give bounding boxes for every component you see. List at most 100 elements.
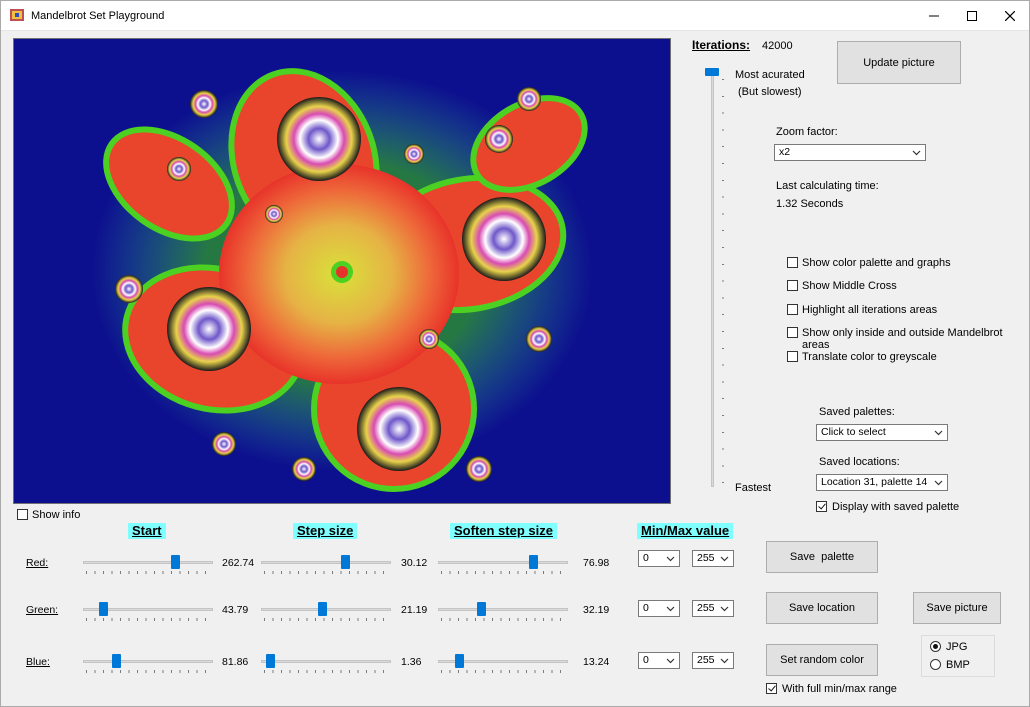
- save-location-button[interactable]: Save location: [766, 592, 878, 624]
- red-min-value: 0: [643, 552, 649, 564]
- red-max-select[interactable]: 255: [692, 550, 734, 567]
- chevron-down-icon: [720, 556, 729, 562]
- show-middle-cross-checkbox[interactable]: [787, 280, 798, 291]
- chevron-down-icon: [720, 658, 729, 664]
- random-color-button[interactable]: Set random color: [766, 644, 878, 676]
- blue-start-slider-track[interactable]: [83, 660, 213, 663]
- green-step-slider-ticks: [264, 618, 390, 621]
- red-soften-value: 76.98: [583, 557, 610, 569]
- blue-max-value: 255: [697, 654, 715, 666]
- title-bar: Mandelbrot Set Playground: [1, 1, 1029, 31]
- step-size-header: Step size: [293, 523, 358, 539]
- close-icon: [1005, 11, 1015, 21]
- red-min-select[interactable]: 0: [638, 550, 680, 567]
- chevron-down-icon: [666, 556, 675, 562]
- soften-step-header: Soften step size: [450, 523, 557, 539]
- blue-min-value: 0: [643, 654, 649, 666]
- red-soften-slider-thumb[interactable]: [528, 555, 538, 569]
- iterations-bottom-label: Fastest: [735, 482, 772, 494]
- blue-step-slider-track[interactable]: [261, 660, 391, 663]
- iterations-top-sublabel: (But slowest): [738, 86, 802, 98]
- save-picture-label: Save picture: [926, 602, 988, 614]
- chevron-down-icon: [720, 606, 729, 612]
- zoom-factor-select[interactable]: x2: [774, 144, 926, 161]
- full-range-label: With full min/max range: [782, 683, 897, 695]
- greyscale-checkbox[interactable]: [787, 351, 798, 362]
- highlight-iterations-label: Highlight all iterations areas: [802, 304, 938, 316]
- green-step-slider-thumb[interactable]: [317, 602, 327, 616]
- blue-min-select[interactable]: 0: [638, 652, 680, 669]
- zoom-factor-label: Zoom factor:: [776, 126, 838, 138]
- chevron-down-icon: [666, 658, 675, 664]
- green-start-value: 43.79: [222, 604, 249, 616]
- jpg-radio[interactable]: [930, 641, 941, 652]
- greyscale-label: Translate color to greyscale: [802, 351, 937, 363]
- red-start-slider-thumb[interactable]: [171, 555, 181, 569]
- green-start-slider-thumb[interactable]: [98, 602, 108, 616]
- display-saved-palette-checkbox[interactable]: [816, 501, 827, 512]
- green-max-select[interactable]: 255: [692, 600, 734, 617]
- minmax-header: Min/Max value: [637, 523, 734, 539]
- blue-step-slider-ticks: [264, 670, 390, 673]
- bmp-label: BMP: [946, 659, 970, 671]
- green-min-select[interactable]: 0: [638, 600, 680, 617]
- iterations-top-label: Most acurated: [735, 69, 805, 81]
- saved-palettes-label: Saved palettes:: [819, 406, 895, 418]
- blue-soften-slider-thumb[interactable]: [454, 654, 464, 668]
- maximize-button[interactable]: [953, 1, 991, 31]
- red-start-slider-track[interactable]: [83, 561, 213, 564]
- mandelbrot-image[interactable]: [13, 38, 671, 504]
- red-start-slider-ticks: [86, 571, 212, 574]
- full-range-checkbox[interactable]: [766, 683, 777, 694]
- inside-outside-label: Show only inside and outside Mandelbrot …: [802, 327, 1003, 351]
- start-header: Start: [128, 523, 166, 539]
- green-start-slider-ticks: [86, 618, 212, 621]
- red-step-slider-thumb[interactable]: [340, 555, 350, 569]
- iterations-slider-thumb[interactable]: [705, 68, 719, 76]
- blue-soften-value: 13.24: [583, 656, 610, 668]
- show-info-checkbox[interactable]: [17, 509, 28, 520]
- highlight-iterations-checkbox[interactable]: [787, 304, 798, 315]
- show-palette-label: Show color palette and graphs: [802, 257, 951, 269]
- fractal-canvas: [14, 39, 670, 503]
- blue-step-slider-thumb[interactable]: [265, 654, 275, 668]
- maximize-icon: [967, 11, 977, 21]
- saved-locations-value: Location 31, palette 14: [821, 476, 928, 488]
- green-min-value: 0: [643, 602, 649, 614]
- display-saved-palette-label: Display with saved palette: [832, 501, 960, 513]
- red-start-value: 262.74: [222, 557, 255, 569]
- red-step-slider-ticks: [264, 571, 390, 574]
- blue-soften-slider-ticks: [441, 670, 567, 673]
- minimize-button[interactable]: [915, 1, 953, 31]
- save-location-label: Save location: [788, 602, 856, 614]
- blue-max-select[interactable]: 255: [692, 652, 734, 669]
- inside-outside-checkbox[interactable]: [787, 327, 798, 338]
- app-window: Mandelbrot Set Playground Iterations: 42…: [0, 0, 1030, 707]
- green-soften-slider-ticks: [441, 618, 567, 621]
- red-soften-slider-track[interactable]: [438, 561, 568, 564]
- saved-palettes-select[interactable]: Click to select: [816, 424, 948, 441]
- red-max-value: 255: [697, 552, 715, 564]
- window-title: Mandelbrot Set Playground: [31, 10, 165, 22]
- chevron-down-icon: [912, 150, 921, 156]
- blue-start-slider-thumb[interactable]: [112, 654, 122, 668]
- chevron-down-icon: [666, 606, 675, 612]
- saved-locations-select[interactable]: Location 31, palette 14: [816, 474, 948, 491]
- iterations-value: 42000: [762, 40, 793, 52]
- green-soften-value: 32.19: [583, 604, 610, 616]
- blue-label: Blue:: [26, 656, 50, 668]
- update-picture-button[interactable]: Update picture: [837, 41, 961, 84]
- close-button[interactable]: [991, 1, 1029, 31]
- bmp-radio[interactable]: [930, 659, 941, 670]
- green-soften-slider-thumb[interactable]: [476, 602, 486, 616]
- iterations-slider-track[interactable]: [711, 71, 714, 487]
- save-picture-button[interactable]: Save picture: [913, 592, 1001, 624]
- red-step-slider-track[interactable]: [261, 561, 391, 564]
- show-middle-cross-label: Show Middle Cross: [802, 280, 897, 292]
- show-palette-checkbox[interactable]: [787, 257, 798, 268]
- green-soften-slider-track[interactable]: [438, 608, 568, 611]
- calc-time-label: Last calculating time:: [776, 180, 879, 192]
- save-palette-button[interactable]: Save palette: [766, 541, 878, 573]
- red-label: Red:: [26, 557, 49, 569]
- minimize-icon: [929, 15, 939, 17]
